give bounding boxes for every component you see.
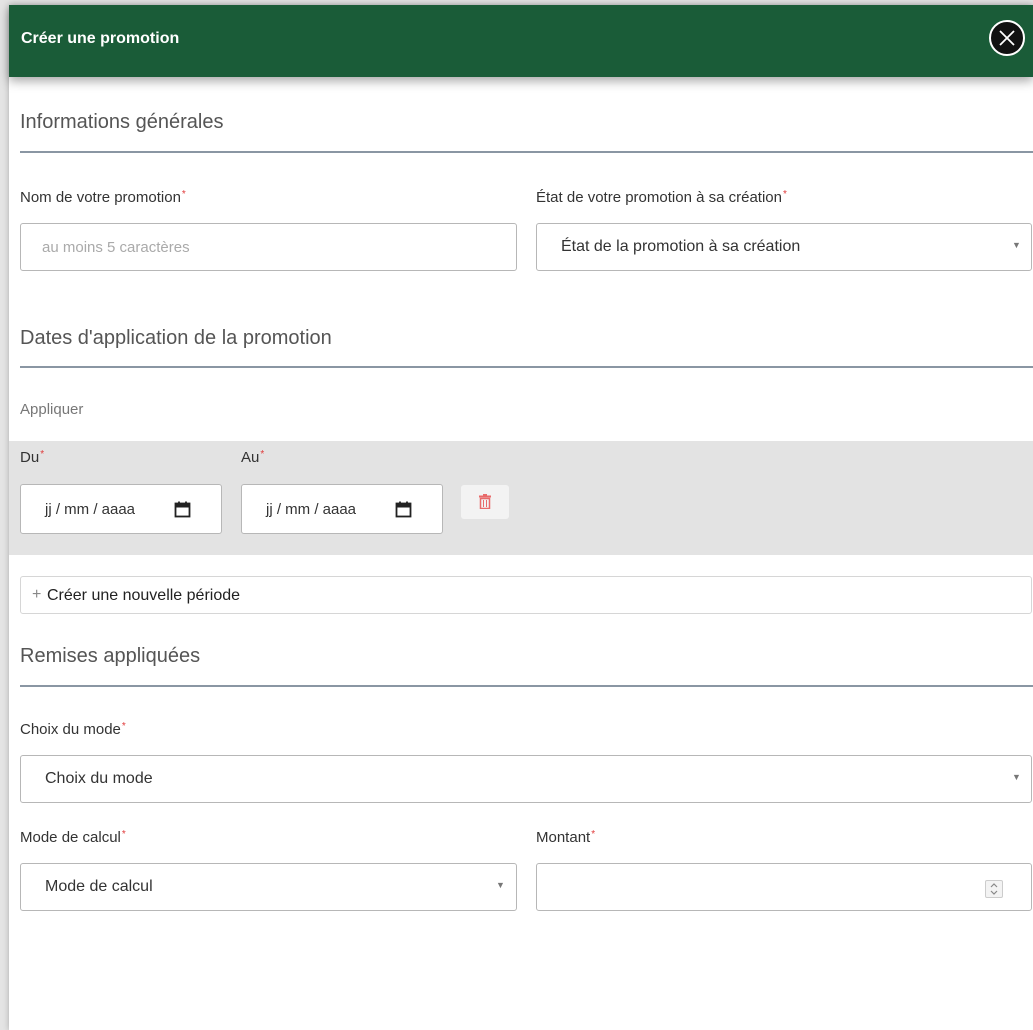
mode-choice-select[interactable]: Choix du mode ▼ (20, 755, 1032, 803)
calendar-icon[interactable] (395, 501, 412, 518)
delete-period-button[interactable] (461, 485, 509, 519)
close-button[interactable] (989, 20, 1025, 56)
calculation-mode-label: Mode de calcul* (20, 829, 126, 846)
chevron-down-icon: ▼ (496, 880, 505, 890)
section-divider (20, 151, 1033, 153)
section-title-general: Informations générales (20, 111, 224, 133)
promotion-name-label: Nom de votre promotion* (20, 189, 186, 206)
date-period-row: Du* Au* jj / mm / aaaa jj / mm / aaaa (9, 441, 1033, 555)
to-date-value: jj / mm / aaaa (266, 501, 357, 518)
from-date-input[interactable]: jj / mm / aaaa (20, 484, 222, 534)
number-stepper[interactable] (985, 880, 1003, 898)
create-new-period-label: Créer une nouvelle période (47, 587, 241, 604)
mode-choice-selected: Choix du mode (45, 770, 153, 787)
required-marker: * (260, 449, 265, 460)
stepper-arrows-icon (990, 883, 998, 895)
create-promotion-modal: Créer une promotion Informations général… (9, 5, 1033, 1030)
required-marker: * (782, 189, 787, 200)
required-marker: * (591, 829, 596, 840)
mode-choice-label: Choix du mode* (20, 721, 126, 738)
create-new-period-button[interactable]: + Créer une nouvelle période (20, 576, 1032, 614)
chevron-down-icon: ▼ (1012, 240, 1021, 250)
close-icon (999, 30, 1015, 46)
section-divider (20, 685, 1033, 687)
promotion-state-select[interactable]: État de la promotion à sa création ▼ (536, 223, 1032, 271)
required-marker: * (121, 829, 126, 840)
calculation-mode-selected: Mode de calcul (45, 878, 153, 895)
modal-header: Créer une promotion (9, 5, 1033, 77)
amount-label: Montant* (536, 829, 596, 846)
section-title-dates: Dates d'application de la promotion (20, 327, 332, 349)
amount-input[interactable] (536, 863, 1032, 911)
calculation-mode-select[interactable]: Mode de calcul ▼ (20, 863, 517, 911)
promotion-state-label: État de votre promotion à sa création* (536, 189, 787, 206)
calendar-icon[interactable] (174, 501, 191, 518)
to-date-label: Au* (241, 449, 265, 466)
section-title-discounts: Remises appliquées (20, 645, 201, 667)
plus-icon: + (32, 586, 42, 603)
chevron-down-icon: ▼ (1012, 772, 1021, 782)
from-date-label: Du* (20, 449, 45, 466)
promotion-name-input[interactable]: au moins 5 caractères (20, 223, 517, 271)
apply-label: Appliquer (20, 401, 84, 418)
modal-title: Créer une promotion (21, 30, 180, 47)
required-marker: * (181, 189, 186, 200)
required-marker: * (40, 449, 45, 460)
from-date-value: jj / mm / aaaa (45, 501, 136, 518)
promotion-state-selected: État de la promotion à sa création (561, 238, 801, 255)
promotion-name-placeholder: au moins 5 caractères (42, 239, 190, 256)
to-date-input[interactable]: jj / mm / aaaa (241, 484, 443, 534)
trash-icon (479, 494, 491, 509)
section-divider (20, 366, 1033, 368)
required-marker: * (121, 721, 126, 732)
